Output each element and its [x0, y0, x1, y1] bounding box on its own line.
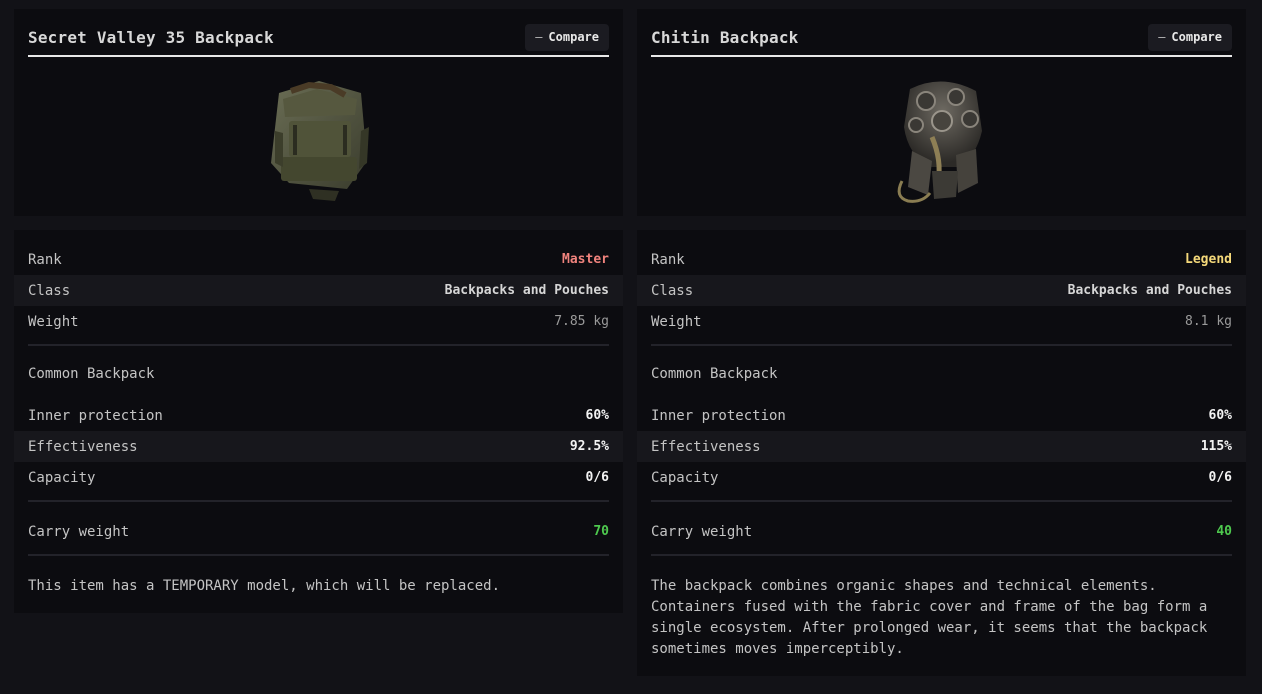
stat-row-carry-weight: Carry weight 40: [651, 509, 1232, 554]
stat-row-effectiveness: Effectiveness 92.5%: [14, 431, 623, 462]
stat-label: Capacity: [651, 469, 719, 486]
inner-protection-value: 60%: [585, 408, 609, 423]
item-title: Secret Valley 35 Backpack: [28, 27, 274, 47]
stat-label: Carry weight: [28, 523, 130, 540]
backpack-green-icon: [270, 81, 369, 201]
effectiveness-value: 115%: [1200, 439, 1232, 454]
class-value: Backpacks and Pouches: [444, 283, 609, 298]
item-description: The backpack combines organic shapes and…: [651, 578, 1208, 657]
item-stats-card: Rank Master Class Backpacks and Pouches …: [14, 230, 623, 613]
stat-label: Weight: [651, 313, 702, 330]
divider: [651, 344, 1232, 346]
capacity-value: 0/6: [1208, 470, 1232, 485]
stat-row-inner-protection: Inner protection 60%: [28, 400, 609, 431]
item-column-left: Secret Valley 35 Backpack — Compare Rank…: [14, 9, 623, 613]
divider: [651, 500, 1232, 502]
stat-row-rank: Rank Legend: [651, 244, 1232, 275]
stat-row-weight: Weight 7.85 kg: [28, 306, 609, 337]
stat-label: Inner protection: [651, 407, 786, 424]
item-description: This item has a TEMPORARY model, which w…: [28, 578, 501, 594]
weight-value: 7.85 kg: [554, 314, 609, 329]
divider: [28, 500, 609, 502]
item-header-bar: Chitin Backpack — Compare: [651, 19, 1232, 57]
compare-label: Compare: [1171, 30, 1222, 44]
stat-row-capacity: Capacity 0/6: [28, 462, 609, 493]
stat-label: Effectiveness: [651, 438, 761, 455]
weight-value: 8.1 kg: [1185, 314, 1232, 329]
minus-icon: —: [1158, 30, 1166, 44]
stat-row-carry-weight: Carry weight 70: [28, 509, 609, 554]
stat-label: Rank: [651, 251, 685, 268]
rank-value: Master: [562, 252, 609, 267]
carry-weight-value: 40: [1216, 524, 1232, 539]
stat-row-effectiveness: Effectiveness 115%: [637, 431, 1246, 462]
capacity-value: 0/6: [585, 470, 609, 485]
stat-label: Capacity: [28, 469, 96, 486]
category-label: Common Backpack: [651, 366, 778, 382]
compare-label: Compare: [548, 30, 599, 44]
stat-row-class: Class Backpacks and Pouches: [14, 275, 623, 306]
item-header-card: Secret Valley 35 Backpack — Compare: [14, 9, 623, 216]
stat-row-inner-protection: Inner protection 60%: [651, 400, 1232, 431]
divider: [28, 344, 609, 346]
category-label: Common Backpack: [28, 366, 155, 382]
compare-button[interactable]: — Compare: [1148, 23, 1232, 51]
stat-label: Inner protection: [28, 407, 163, 424]
stat-label: Effectiveness: [28, 438, 138, 455]
carry-weight-value: 70: [593, 524, 609, 539]
stat-row-weight: Weight 8.1 kg: [651, 306, 1232, 337]
stat-row-class: Class Backpacks and Pouches: [637, 275, 1246, 306]
item-header-card: Chitin Backpack — Compare: [637, 9, 1246, 216]
compare-button[interactable]: — Compare: [525, 23, 609, 51]
item-column-right: Chitin Backpack — Compare Rank Legend Cl…: [637, 9, 1246, 676]
stat-label: Rank: [28, 251, 62, 268]
stat-label: Weight: [28, 313, 79, 330]
item-stats-card: Rank Legend Class Backpacks and Pouches …: [637, 230, 1246, 676]
class-value: Backpacks and Pouches: [1067, 283, 1232, 298]
stat-label: Carry weight: [651, 523, 753, 540]
stat-row-capacity: Capacity 0/6: [651, 462, 1232, 493]
stat-row-rank: Rank Master: [28, 244, 609, 275]
backpack-chitin-icon: [897, 81, 982, 203]
rank-value: Legend: [1185, 252, 1232, 267]
stat-label: Class: [651, 282, 694, 299]
minus-icon: —: [535, 30, 543, 44]
item-title: Chitin Backpack: [651, 27, 799, 47]
stat-label: Class: [28, 282, 71, 299]
effectiveness-value: 92.5%: [569, 439, 609, 454]
inner-protection-value: 60%: [1208, 408, 1232, 423]
item-header-bar: Secret Valley 35 Backpack — Compare: [28, 19, 609, 57]
